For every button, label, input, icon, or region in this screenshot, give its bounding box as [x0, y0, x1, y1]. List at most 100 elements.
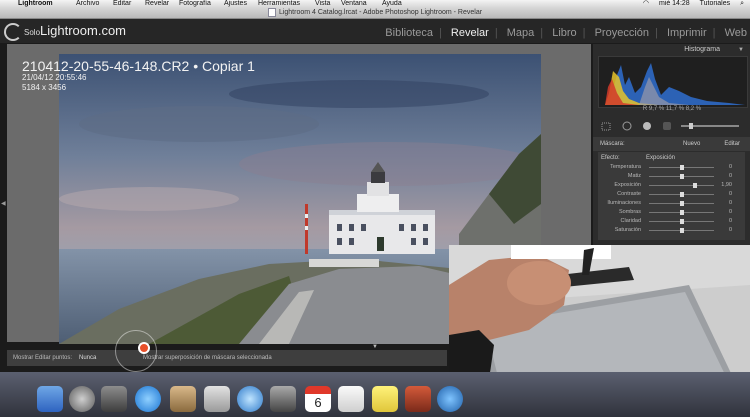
adjustment-brush-cursor	[115, 330, 157, 372]
adjustment-value[interactable]: 1,90	[721, 182, 732, 188]
bottom-toolbar: Mostrar Editar puntos: Nunca Mostrar sup…	[7, 350, 447, 366]
wifi-icon[interactable]: ◠	[643, 0, 649, 7]
lightroom-top-bar: SoloLightroom.com Biblioteca | Revelar | M…	[0, 19, 750, 43]
slider-knob[interactable]	[679, 165, 684, 170]
document-icon	[267, 7, 276, 17]
adjustment-value[interactable]: 0	[729, 200, 732, 206]
menu-bar: Lightroom Archivo Editar Revelar Fotogra…	[0, 0, 750, 7]
adjustment-label: Exposición	[614, 182, 641, 188]
slider-knob[interactable]	[679, 201, 684, 206]
menu-ventana[interactable]: Ventana	[341, 0, 367, 7]
histogram-collapse-icon[interactable]: ▼	[738, 47, 744, 53]
adjustment-value[interactable]: 0	[729, 164, 732, 170]
adjustment-slider[interactable]	[649, 219, 714, 224]
menu-ajustes[interactable]: Ajustes	[224, 0, 247, 7]
mask-row: Máscara: Nuevo Editar	[593, 137, 750, 151]
adjustment-slider[interactable]	[649, 228, 714, 233]
adjustment-row: Matiz 0	[601, 173, 742, 181]
slider-knob[interactable]	[679, 228, 684, 233]
adjustment-label: Saturación	[614, 227, 641, 233]
adjustment-slider[interactable]	[649, 201, 714, 206]
adjustment-label: Matiz	[627, 173, 641, 179]
mask-edit-button[interactable]: Editar	[724, 141, 740, 147]
adjustment-label: Temperatura	[610, 164, 641, 170]
finder-icon[interactable]	[37, 386, 63, 412]
mission-control-icon[interactable]	[101, 386, 127, 412]
adjustment-value[interactable]: 0	[729, 227, 732, 233]
adjustment-label: Contraste	[617, 191, 641, 197]
adjustment-pin[interactable]	[138, 342, 150, 354]
module-biblioteca[interactable]: Biblioteca	[385, 27, 433, 39]
search-icon[interactable]: ⌕	[740, 0, 744, 7]
adjustment-value[interactable]: 0	[729, 191, 732, 197]
preview-icon[interactable]	[204, 386, 230, 412]
adjustment-slider[interactable]	[649, 174, 714, 179]
menu-archivo[interactable]: Archivo	[76, 0, 99, 7]
histogram[interactable]	[598, 56, 748, 108]
adjustment-row: Sombras 0	[601, 209, 742, 217]
reminders-icon[interactable]	[338, 386, 364, 412]
adjustment-row: Contraste 0	[601, 191, 742, 199]
photo-booth-icon[interactable]	[405, 386, 431, 412]
module-libro[interactable]: Libro	[552, 27, 576, 39]
module-mapa[interactable]: Mapa	[507, 27, 535, 39]
menu-fotografia[interactable]: Fotografía	[179, 0, 211, 7]
module-imprimir[interactable]: Imprimir	[667, 27, 707, 39]
menu-herramientas[interactable]: Herramientas	[258, 0, 300, 7]
menu-editar[interactable]: Editar	[113, 0, 131, 7]
logo-ring-icon	[4, 23, 22, 41]
adjustment-row: Iluminaciones 0	[601, 200, 742, 208]
adjustment-slider[interactable]	[649, 192, 714, 197]
slider-knob[interactable]	[679, 219, 684, 224]
adjustment-row: Saturación 0	[601, 227, 742, 235]
adjustment-value[interactable]: 0	[729, 218, 732, 224]
mask-new-button[interactable]: Nuevo	[683, 141, 700, 147]
adjustment-row: Exposición 1,90	[601, 182, 742, 190]
logo-prefix: Solo	[24, 28, 41, 37]
adjustment-slider[interactable]	[649, 210, 714, 215]
slider-knob[interactable]	[679, 192, 684, 197]
adjustment-value[interactable]: 0	[729, 173, 732, 179]
safari-icon[interactable]	[237, 386, 263, 412]
adjustment-panel: Efecto: Exposición Temperatura 0 Matiz 0 Exp…	[598, 152, 745, 240]
facetime-icon[interactable]	[270, 386, 296, 412]
collapse-bottom-panel-icon[interactable]: ▼	[372, 344, 378, 350]
contacts-icon[interactable]	[170, 386, 196, 412]
menu-vista[interactable]: Vista	[315, 0, 330, 7]
adjustment-label: Sombras	[618, 209, 641, 215]
histogram-graphic	[605, 63, 745, 105]
effect-label: Efecto:	[601, 155, 620, 161]
notes-icon[interactable]	[372, 386, 398, 412]
adjustment-label: Claridad	[620, 218, 641, 224]
slider-knob[interactable]	[692, 183, 697, 188]
photo-dimensions: 5184 x 3456	[22, 83, 67, 92]
module-web[interactable]: Web	[725, 27, 747, 39]
histogram-title[interactable]: Histograma	[684, 46, 720, 53]
slider-knob[interactable]	[679, 174, 684, 179]
effect-value[interactable]: Exposición	[646, 155, 675, 161]
calendar-icon[interactable]: 6	[305, 386, 331, 412]
show-mask-overlay-checkbox[interactable]: Mostrar superposición de máscara selecci…	[143, 355, 272, 361]
itunes-icon[interactable]	[437, 386, 463, 412]
menu-tutoriales[interactable]: Tutoriales	[700, 0, 730, 7]
logo-name: Lightroom	[40, 23, 98, 38]
clock[interactable]: mié 14:28	[659, 0, 690, 7]
module-proyeccion[interactable]: Proyección	[595, 27, 649, 39]
collapse-left-panel-icon[interactable]: ◀	[1, 200, 6, 207]
menu-app-name[interactable]: Lightroom	[18, 0, 53, 7]
menu-ayuda[interactable]: Ayuda	[382, 0, 402, 7]
app-store-icon[interactable]	[135, 386, 161, 412]
show-pins-select[interactable]: Nunca	[79, 355, 96, 361]
histogram-values: R 9,7 % 11,7 % 8,2 %	[642, 106, 702, 112]
module-picker: Biblioteca | Revelar | Mapa | Libro | Proyec…	[385, 27, 747, 39]
launchpad-icon[interactable]	[69, 386, 95, 412]
slider-knob[interactable]	[679, 210, 684, 215]
photo-info-overlay: 210412-20-55-46-148.CR2 • Copiar 1 21/04…	[22, 59, 255, 93]
photo-datetime: 21/04/12 20:55:46	[22, 73, 87, 82]
module-revelar[interactable]: Revelar	[451, 27, 489, 39]
adjustment-slider[interactable]	[649, 165, 714, 170]
adjustment-row: Claridad 0	[601, 218, 742, 226]
menu-revelar[interactable]: Revelar	[145, 0, 169, 7]
adjustment-value[interactable]: 0	[729, 209, 732, 215]
adjustment-slider[interactable]	[649, 183, 714, 188]
